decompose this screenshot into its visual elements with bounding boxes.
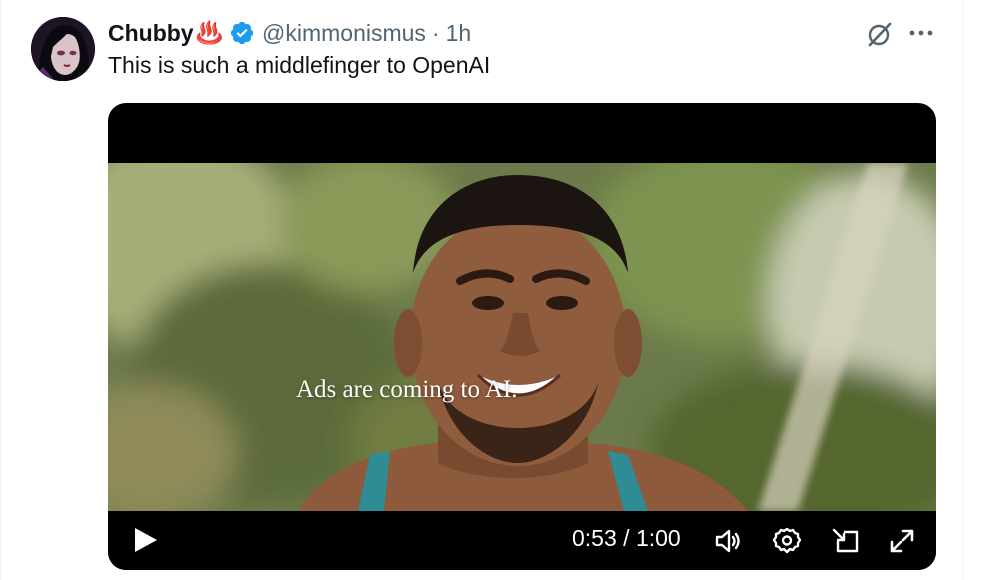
hot-springs-emoji: ♨️ xyxy=(195,20,224,45)
timeline-border-left xyxy=(0,0,1,580)
tweet-header: Chubby ♨️ @kimmonismus · 1h xyxy=(108,18,471,48)
current-time: 0:53 xyxy=(572,525,617,551)
timestamp[interactable]: 1h xyxy=(446,20,472,47)
video-caption: Ads are coming to AI. xyxy=(296,376,518,403)
fullscreen-icon[interactable] xyxy=(886,525,918,557)
verified-badge-icon xyxy=(230,21,254,45)
duration: 1:00 xyxy=(635,525,681,551)
timeline-border-right xyxy=(962,0,963,580)
time-separator: / xyxy=(623,525,636,551)
play-icon[interactable] xyxy=(130,525,160,555)
avatar[interactable] xyxy=(31,17,95,81)
picture-in-picture-icon[interactable] xyxy=(830,525,862,557)
author-handle[interactable]: @kimmonismus xyxy=(262,20,426,47)
separator-dot: · xyxy=(431,19,440,46)
volume-icon[interactable] xyxy=(712,525,744,557)
tweet-text: This is such a middlefinger to OpenAI xyxy=(108,52,491,78)
author-name[interactable]: Chubby xyxy=(108,20,194,47)
video-player[interactable]: Ads are coming to AI. 0:53 / 1:00 xyxy=(108,103,936,570)
video-controls: 0:53 / 1:00 xyxy=(108,511,936,570)
video-frame[interactable]: Ads are coming to AI. xyxy=(108,163,936,511)
gear-icon[interactable] xyxy=(771,525,803,557)
grok-icon[interactable] xyxy=(866,20,894,48)
more-icon[interactable] xyxy=(906,21,936,45)
video-time: 0:53 / 1:00 xyxy=(572,525,681,552)
